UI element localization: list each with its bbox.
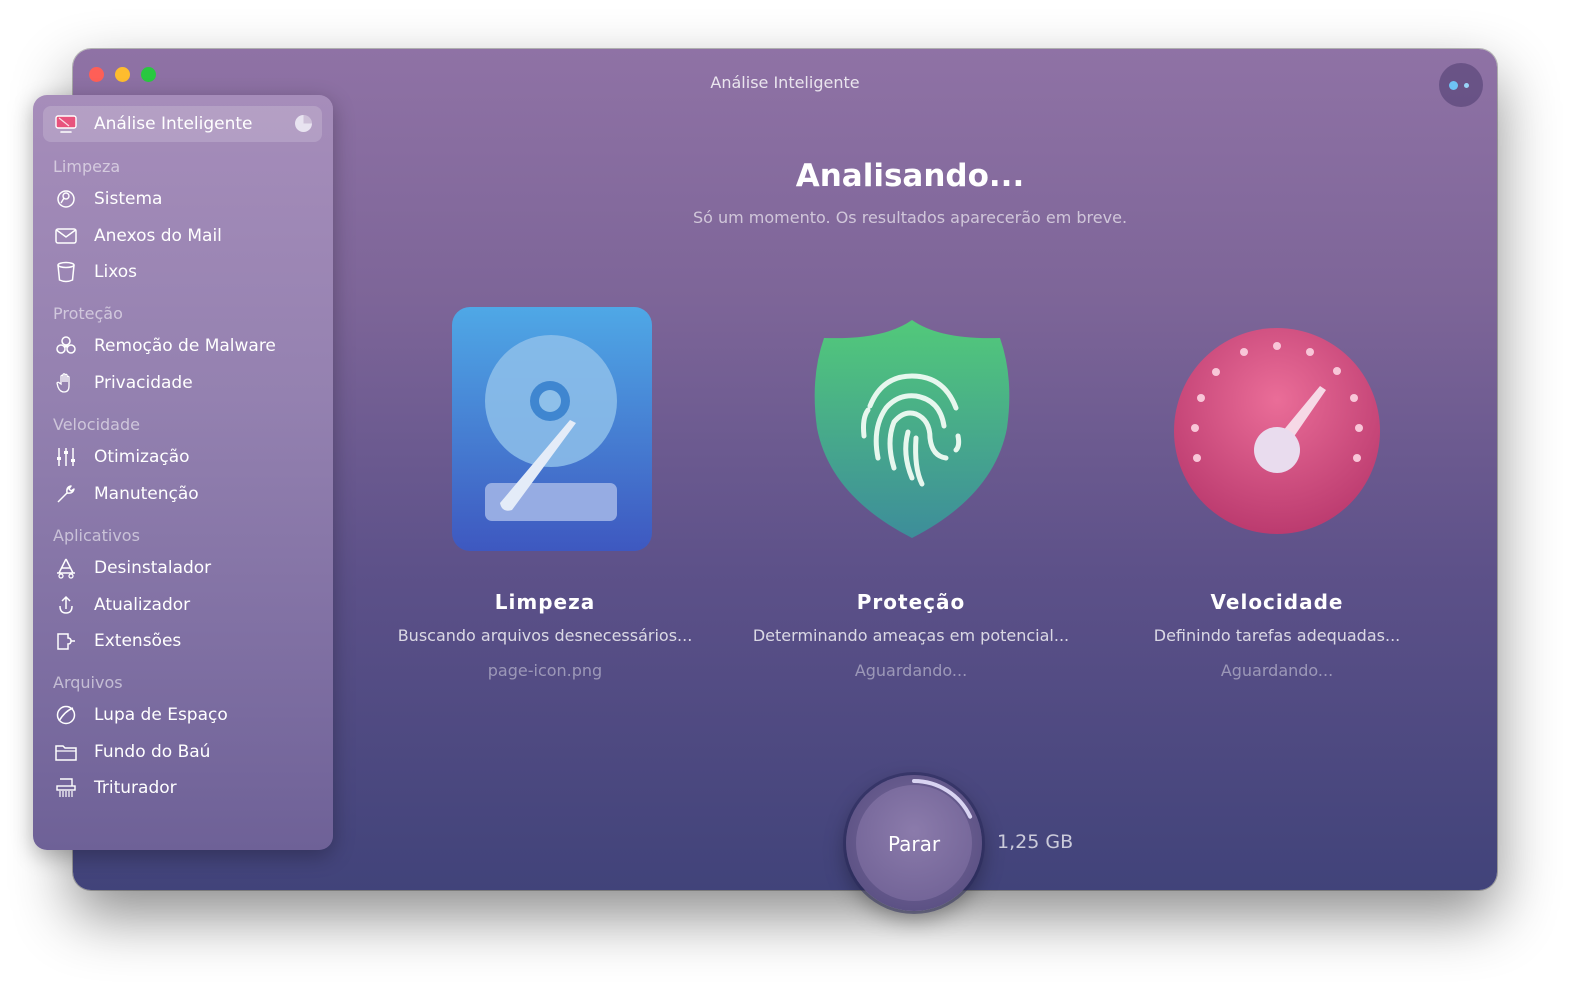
sidebar: Análise Inteligente Limpeza Sistema Anex… <box>33 95 333 850</box>
section-heading-aplicativos: Aplicativos <box>53 526 140 545</box>
sidebar-item-anexos-do-mail[interactable]: Anexos do Mail <box>53 222 313 250</box>
sidebar-item-label: Atualizador <box>94 595 191 615</box>
protection-shield-icon <box>812 318 1012 540</box>
updater-icon <box>53 592 79 618</box>
sidebar-item-label: Sistema <box>94 189 163 209</box>
section-heading-velocidade: Velocidade <box>53 415 140 434</box>
sidebar-item-label: Lupa de Espaço <box>94 705 228 725</box>
sidebar-item-desinstalador[interactable]: Desinstalador <box>53 554 313 582</box>
sidebar-item-atualizador[interactable]: Atualizador <box>53 591 313 619</box>
sidebar-item-privacidade[interactable]: Privacidade <box>53 369 313 397</box>
cleanup-illustration-icon <box>450 305 655 553</box>
sidebar-item-label: Lixos <box>94 262 137 282</box>
shredder-icon <box>53 775 79 801</box>
card-description-velocidade: Definindo tarefas adequadas... <box>1153 626 1401 645</box>
wrench-icon <box>53 481 79 507</box>
card-description-limpeza: Buscando arquivos desnecessários... <box>397 626 693 645</box>
sidebar-item-lupa-de-espaco[interactable]: Lupa de Espaço <box>53 701 313 729</box>
space-lens-icon <box>53 702 79 728</box>
sidebar-item-label: Desinstalador <box>94 558 212 578</box>
speed-gauge-icon <box>1172 326 1382 536</box>
window-title: Análise Inteligente <box>710 73 860 92</box>
sidebar-item-label: Anexos do Mail <box>94 226 222 246</box>
uninstaller-icon <box>53 555 79 581</box>
card-description-protecao: Determinando ameaças em potencial... <box>752 626 1070 645</box>
page-title: Analisando... <box>795 158 1025 194</box>
sidebar-item-analise-inteligente[interactable]: Análise Inteligente <box>43 106 322 142</box>
hand-icon <box>53 370 79 396</box>
sidebar-item-label: Otimização <box>94 447 190 467</box>
card-title-velocidade: Velocidade <box>1210 590 1344 614</box>
section-heading-arquivos: Arquivos <box>53 673 123 692</box>
mail-icon <box>53 223 79 249</box>
sidebar-item-fundo-do-bau[interactable]: Fundo do Baú <box>53 738 313 766</box>
system-junk-icon <box>53 186 79 212</box>
sidebar-item-label: Manutenção <box>94 484 199 504</box>
card-status-limpeza: page-icon.png <box>487 661 603 680</box>
card-title-protecao: Proteção <box>856 590 966 614</box>
sidebar-item-label: Privacidade <box>94 373 193 393</box>
section-heading-protecao: Proteção <box>53 304 123 323</box>
scanned-size: 1,25 GB <box>997 831 1074 853</box>
sliders-icon <box>53 444 79 470</box>
sidebar-item-label: Extensões <box>94 631 182 651</box>
assistant-small-dot-icon <box>1464 83 1469 88</box>
card-status-velocidade: Aguardando... <box>1220 661 1334 680</box>
sidebar-item-lixos[interactable]: Lixos <box>53 258 313 286</box>
sidebar-item-extensoes[interactable]: Extensões <box>53 627 313 655</box>
sidebar-item-label: Fundo do Baú <box>94 742 211 762</box>
sidebar-item-label: Análise Inteligente <box>94 114 253 134</box>
biohazard-icon <box>53 333 79 359</box>
sidebar-item-label: Triturador <box>94 778 177 798</box>
assistant-button[interactable] <box>1439 63 1483 107</box>
sidebar-item-manutencao[interactable]: Manutenção <box>53 480 313 508</box>
card-status-protecao: Aguardando... <box>854 661 968 680</box>
section-heading-limpeza: Limpeza <box>53 157 121 176</box>
extensions-icon <box>53 628 79 654</box>
trash-bin-icon <box>53 259 79 285</box>
sidebar-item-sistema[interactable]: Sistema <box>53 185 313 213</box>
progress-pie-icon <box>295 115 312 132</box>
page-subtitle: Só um momento. Os resultados aparecerão … <box>692 208 1128 227</box>
stop-button[interactable]: Parar <box>846 775 982 911</box>
assistant-dot-icon <box>1449 81 1458 90</box>
sidebar-item-remocao-de-malware[interactable]: Remoção de Malware <box>53 332 313 360</box>
monitor-icon <box>53 111 79 137</box>
stop-button-label: Parar <box>887 832 941 856</box>
sidebar-item-triturador[interactable]: Triturador <box>53 774 313 802</box>
card-title-limpeza: Limpeza <box>494 590 596 614</box>
sidebar-item-label: Remoção de Malware <box>94 336 276 356</box>
sidebar-item-otimizacao[interactable]: Otimização <box>53 443 313 471</box>
folder-icon <box>53 739 79 765</box>
